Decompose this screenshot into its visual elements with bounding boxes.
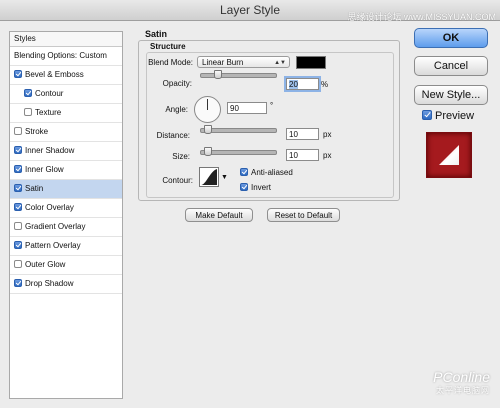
style-item-label: Drop Shadow [25,279,74,288]
contour-label: Contour: [162,176,193,185]
opacity-unit: % [321,80,329,89]
blend-mode-select[interactable]: Linear Burn ▲▼ [197,56,290,68]
satin-color-swatch[interactable] [296,56,326,69]
opacity-input[interactable]: 20 [286,78,319,90]
new-style-button[interactable]: New Style... [414,85,488,105]
style-item-label: Stroke [25,127,49,136]
style-item-pattern-overlay[interactable]: Pattern Overlay [10,237,122,256]
watermark-brand: PConline [433,369,490,385]
style-item-label: Inner Shadow [25,146,75,155]
distance-unit: px [323,130,332,139]
style-checkbox-bevel-emboss[interactable] [14,70,22,78]
style-item-label: Bevel & Emboss [25,70,84,79]
preview-check-icon [422,110,432,120]
opacity-value: 20 [289,80,298,89]
style-item-satin[interactable]: Satin [10,180,122,199]
style-item-bevel-emboss[interactable]: Bevel & Emboss [10,66,122,85]
style-item-label: Pattern Overlay [25,241,81,250]
style-item-blending-options-custom[interactable]: Blending Options: Custom [10,47,122,66]
style-item-contour[interactable]: Contour [10,85,122,104]
make-default-button[interactable]: Make Default [185,208,253,222]
angle-label: Angle: [165,105,188,114]
style-item-label: Satin [25,184,44,193]
invert-checkbox[interactable]: Invert [240,183,271,192]
style-checkbox-outer-glow[interactable] [14,260,22,268]
anti-aliased-check-icon [240,168,248,176]
ok-button[interactable]: OK [414,28,488,48]
style-preview-thumbnail [426,132,472,178]
distance-slider-thumb[interactable] [203,125,212,134]
styles-header[interactable]: Styles [10,32,122,47]
style-checkbox-stroke[interactable] [14,127,22,135]
blend-mode-value: Linear Burn [202,58,244,67]
style-checkbox-inner-shadow[interactable] [14,146,22,154]
style-checkbox-color-overlay[interactable] [14,203,22,211]
style-item-stroke[interactable]: Stroke [10,123,122,142]
distance-value: 10 [289,130,298,139]
style-checkbox-gradient-overlay[interactable] [14,222,22,230]
contour-curve-icon [201,169,217,185]
chevron-updown-icon: ▲▼ [274,60,286,66]
size-label: Size: [172,152,190,161]
contour-picker[interactable] [199,167,219,187]
style-item-drop-shadow[interactable]: Drop Shadow [10,275,122,294]
style-item-inner-shadow[interactable]: Inner Shadow [10,142,122,161]
preview-checkbox[interactable]: Preview [422,110,474,122]
satin-title: Satin [145,29,168,39]
anti-aliased-checkbox[interactable]: Anti-aliased [240,168,293,177]
angle-dial[interactable] [194,96,221,123]
preview-label: Preview [435,110,475,122]
size-unit: px [323,151,332,160]
structure-title: Structure [150,42,186,51]
watermark-top: 思缘设计论坛 www.MISSYUAN.COM [347,12,496,22]
invert-check-icon [240,183,248,191]
style-item-label: Contour [35,89,64,98]
opacity-slider[interactable] [200,70,277,79]
anti-aliased-label: Anti-aliased [251,168,293,177]
styles-panel: Styles Blending Options: Custom Bevel & E… [9,31,123,399]
style-checkbox-contour[interactable] [24,89,32,97]
style-item-texture[interactable]: Texture [10,104,122,123]
size-value: 10 [289,151,298,160]
style-checkbox-texture[interactable] [24,108,32,116]
distance-label: Distance: [156,131,190,140]
style-item-label: Gradient Overlay [25,222,86,231]
style-item-label: Texture [35,108,62,117]
distance-input[interactable]: 10 [286,128,319,140]
invert-label: Invert [251,183,272,192]
angle-value: 90 [230,104,239,113]
opacity-label: Opacity: [162,79,192,88]
style-item-gradient-overlay[interactable]: Gradient Overlay [10,218,122,237]
watermark-bottom: PConline 太平洋电脑网 [433,369,490,396]
style-item-label: Inner Glow [25,165,64,174]
style-item-label: Blending Options: Custom [14,51,107,60]
style-item-color-overlay[interactable]: Color Overlay [10,199,122,218]
size-input[interactable]: 10 [286,149,319,161]
window-title: Layer Style [219,3,281,17]
cancel-button[interactable]: Cancel [414,56,488,76]
style-item-outer-glow[interactable]: Outer Glow [10,256,122,275]
reset-to-default-button[interactable]: Reset to Default [267,208,340,222]
styles-list: Blending Options: Custom Bevel & Emboss Co… [10,47,122,294]
watermark-sub: 太平洋电脑网 [436,386,490,395]
opacity-slider-thumb[interactable] [214,70,223,79]
angle-input[interactable]: 90 [227,102,267,114]
style-checkbox-pattern-overlay[interactable] [14,241,22,249]
angle-unit: ° [270,101,274,110]
style-checkbox-drop-shadow[interactable] [14,279,22,287]
style-item-inner-glow[interactable]: Inner Glow [10,161,122,180]
distance-slider[interactable] [200,125,277,134]
contour-dropdown-icon[interactable]: ▼ [221,174,228,181]
style-item-label: Outer Glow [25,260,66,269]
size-slider[interactable] [200,147,277,156]
preview-bevel-shape [439,145,459,165]
style-checkbox-inner-glow[interactable] [14,165,22,173]
blend-mode-label: Blend Mode: [148,58,193,67]
size-slider-thumb[interactable] [203,147,212,156]
style-checkbox-satin[interactable] [14,184,22,192]
style-item-label: Color Overlay [25,203,74,212]
